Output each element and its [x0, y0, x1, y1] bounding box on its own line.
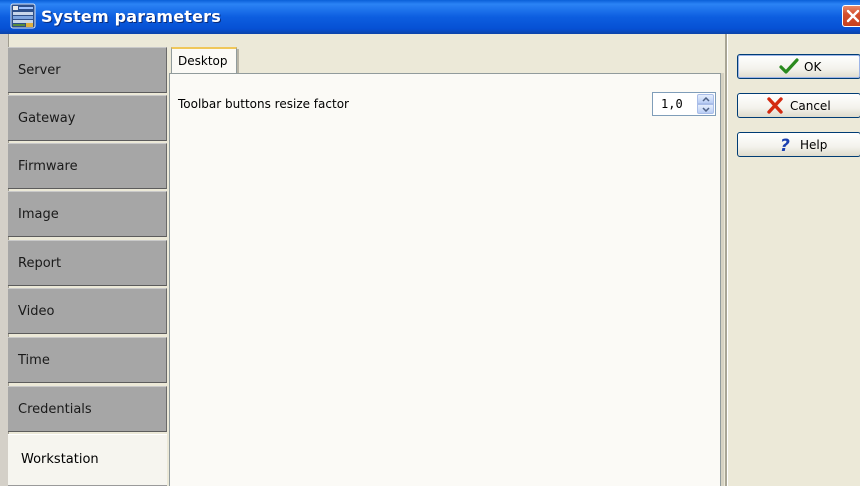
sidebar-item-label: Server: [18, 63, 61, 78]
sidebar-item-time[interactable]: Time: [8, 337, 167, 383]
stepper-up-button[interactable]: [697, 94, 714, 104]
checkmark-icon: [779, 58, 799, 78]
sidebar-item-credentials[interactable]: Credentials: [8, 386, 167, 432]
sidebar-item-label: Firmware: [18, 159, 78, 174]
question-mark-icon: ?: [778, 136, 794, 157]
sidebar-item-image[interactable]: Image: [8, 191, 167, 237]
stepper-buttons: [697, 94, 714, 114]
help-button[interactable]: ? Help: [737, 132, 860, 157]
close-button[interactable]: [842, 5, 860, 27]
ok-button[interactable]: OK: [737, 54, 860, 79]
sidebar-item-gateway[interactable]: Gateway: [8, 95, 167, 141]
sidebar-item-firmware[interactable]: Firmware: [8, 143, 167, 189]
button-column-divider: [725, 34, 728, 486]
toolbar-resize-value[interactable]: 1,0: [661, 97, 683, 111]
tab-desktop[interactable]: Desktop: [171, 47, 237, 73]
x-icon: [766, 97, 784, 117]
sidebar-item-video[interactable]: Video: [8, 288, 167, 334]
sidebar-item-label: Time: [18, 353, 50, 368]
sidebar-item-label: Video: [18, 304, 55, 319]
ok-button-label: OK: [804, 60, 822, 74]
chevron-down-icon: [702, 107, 710, 112]
tab-shadow: [237, 49, 239, 73]
cancel-button-label: Cancel: [790, 99, 831, 113]
tab-label: Desktop: [178, 54, 228, 68]
toolbar-resize-stepper[interactable]: 1,0: [652, 92, 716, 116]
toolbar-resize-label: Toolbar buttons resize factor: [178, 97, 349, 111]
sidebar-item-label: Gateway: [18, 111, 76, 126]
close-icon: [846, 9, 860, 23]
help-button-label: Help: [800, 138, 828, 152]
window-title: System parameters: [41, 7, 221, 26]
stepper-down-button[interactable]: [697, 104, 714, 114]
sidebar-item-label: Image: [18, 207, 59, 222]
sidebar-item-label: Credentials: [18, 402, 92, 417]
sidebar-item-label: Report: [18, 256, 62, 271]
sidebar-item-report[interactable]: Report: [8, 240, 167, 286]
title-bar[interactable]: System parameters: [0, 0, 860, 34]
cancel-button[interactable]: Cancel: [737, 93, 860, 118]
sidebar-item-server[interactable]: Server: [8, 47, 167, 93]
sidebar-item-workstation[interactable]: Workstation: [8, 434, 167, 486]
tab-page-shadow: [721, 73, 724, 486]
tab-page-desktop: [169, 73, 721, 486]
sidebar-item-label: Workstation: [21, 452, 99, 467]
svg-text:?: ?: [780, 136, 790, 154]
system-parameters-icon: [10, 3, 36, 29]
chevron-up-icon: [702, 97, 710, 102]
